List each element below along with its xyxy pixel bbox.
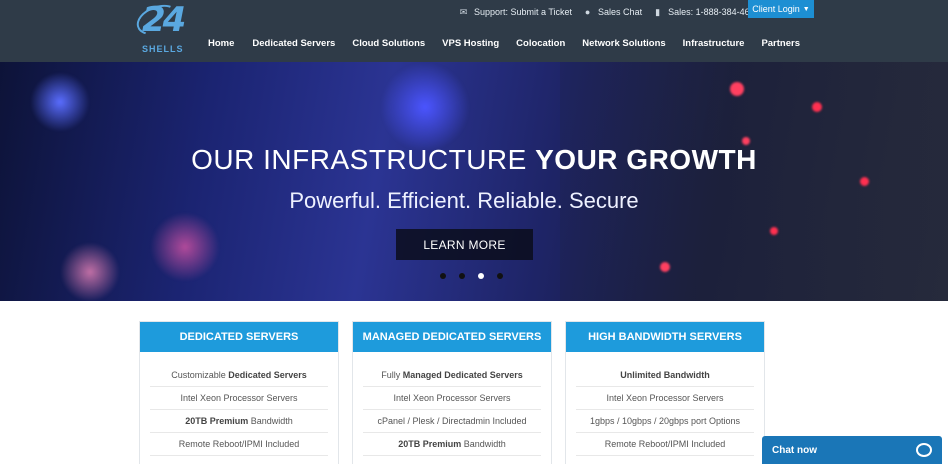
row-text: Intel Xeon Processor Servers [180,393,298,403]
card-row: Remote Reboot/IPMI Included [576,433,754,456]
nav-vps-hosting[interactable]: VPS Hosting [442,38,499,49]
hero-led [812,102,822,112]
hero-led [660,262,670,272]
row-text: Intel Xeon Processor Servers [393,393,511,403]
hero-light [150,212,220,282]
row-bold: Managed Dedicated Servers [402,370,523,380]
nav-network-solutions[interactable]: Network Solutions [582,38,665,49]
logo[interactable]: 24 SHELLS [132,0,192,58]
row-bold: 20TB Premium [185,416,249,426]
top-bar: ✉ Support: Submit a Ticket ● Sales Chat … [458,5,770,19]
card-title: MANAGED DEDICATED SERVERS [353,322,551,352]
hero-led [730,82,744,96]
card-row: Unlimited Bandwidth [576,364,754,387]
logo-number: 24 [142,0,186,40]
row-bold: 20TB Premium [398,439,462,449]
logo-word: SHELLS [142,44,184,54]
card-title: DEDICATED SERVERS [140,322,338,352]
nav-dedicated-servers[interactable]: Dedicated Servers [252,38,335,49]
card-row: 1gbps / 10gbps / 20gbps port Options [576,410,754,433]
row-text: Remote Reboot/IPMI Included [178,439,300,449]
card-managed-dedicated-servers[interactable]: MANAGED DEDICATED SERVERS Fully Managed … [352,321,552,464]
client-login-label: Client Login [752,4,800,14]
card-row: 20TB Premium Bandwidth [363,433,541,456]
hero-title-bold: YOUR GROWTH [535,144,757,175]
row-text: cPanel / Plesk / Directadmin Included [377,416,527,426]
sales-phone-label: Sales: 1-888-384-4678 [668,7,760,17]
sales-chat-link[interactable]: ● Sales Chat [582,7,642,17]
slider-dots [440,273,516,279]
card-row: cPanel / Plesk / Directadmin Included [363,410,541,433]
chat-bubble-icon: ● [584,7,591,17]
hero-led [860,177,869,186]
hero-light [30,72,90,132]
card-title: HIGH BANDWIDTH SERVERS [566,322,764,352]
server-rack-image [560,62,948,301]
card-row: Fully Managed Dedicated Servers [363,364,541,387]
card-high-bandwidth-servers[interactable]: HIGH BANDWIDTH SERVERS Unlimited Bandwid… [565,321,765,464]
hero-slider: OUR INFRASTRUCTURE YOUR GROWTH Powerful.… [0,62,948,301]
hero-led [770,227,778,235]
hero-light [60,242,120,301]
row-text: Bandwidth [461,439,506,449]
nav-home[interactable]: Home [208,38,234,49]
ticket-icon: ✉ [459,7,468,17]
nav-colocation[interactable]: Colocation [516,38,565,49]
slide-dot[interactable] [440,273,446,279]
site-header: 24 SHELLS ✉ Support: Submit a Ticket ● S… [0,0,948,62]
card-row: 20TB Premium Bandwidth [150,410,328,433]
support-label: Support: Submit a Ticket [474,7,573,17]
phone-icon: ▮ [655,7,661,17]
slide-dot[interactable] [459,273,465,279]
card-row: Intel Xeon Processor Servers [576,387,754,410]
chat-bubble-icon [916,443,932,457]
card-row: Remote Reboot/IPMI Included [150,433,328,456]
row-text: Fully [381,370,403,380]
card-row: Intel Xeon Processor Servers [363,387,541,410]
learn-more-button[interactable]: LEARN MORE [396,229,533,260]
main-nav: Home Dedicated Servers Cloud Solutions V… [208,38,800,49]
nav-cloud-solutions[interactable]: Cloud Solutions [352,38,425,49]
card-row: Intel Xeon Processor Servers [150,387,328,410]
row-text: Bandwidth [248,416,293,426]
nav-partners[interactable]: Partners [761,38,800,49]
card-dedicated-servers[interactable]: DEDICATED SERVERS Customizable Dedicated… [139,321,339,464]
row-bold: Dedicated Servers [228,370,307,380]
caret-down-icon: ▼ [802,5,810,13]
row-bold: Unlimited Bandwidth [620,370,710,380]
chat-now-label: Chat now [772,444,817,456]
hero-title: OUR INFRASTRUCTURE YOUR GROWTH [0,144,948,176]
hero-light [380,62,470,152]
nav-infrastructure[interactable]: Infrastructure [683,38,745,49]
row-text: 1gbps / 10gbps / 20gbps port Options [589,416,741,426]
hero-title-thin: OUR INFRASTRUCTURE [191,144,536,175]
client-login-button[interactable]: Client Login ▼ [748,0,814,18]
sales-phone[interactable]: ▮ Sales: 1-888-384-4678 [652,7,760,17]
hero-subtitle: Powerful. Efficient. Reliable. Secure [289,188,639,213]
support-link[interactable]: ✉ Support: Submit a Ticket [458,7,572,17]
slide-dot-active[interactable] [478,273,484,279]
row-text: Customizable [171,370,229,380]
row-text: Intel Xeon Processor Servers [606,393,724,403]
chat-now-widget[interactable]: Chat now [762,436,942,464]
card-row: Customizable Dedicated Servers [150,364,328,387]
row-text: Remote Reboot/IPMI Included [604,439,726,449]
sales-chat-label: Sales Chat [598,7,643,17]
slide-dot[interactable] [497,273,503,279]
